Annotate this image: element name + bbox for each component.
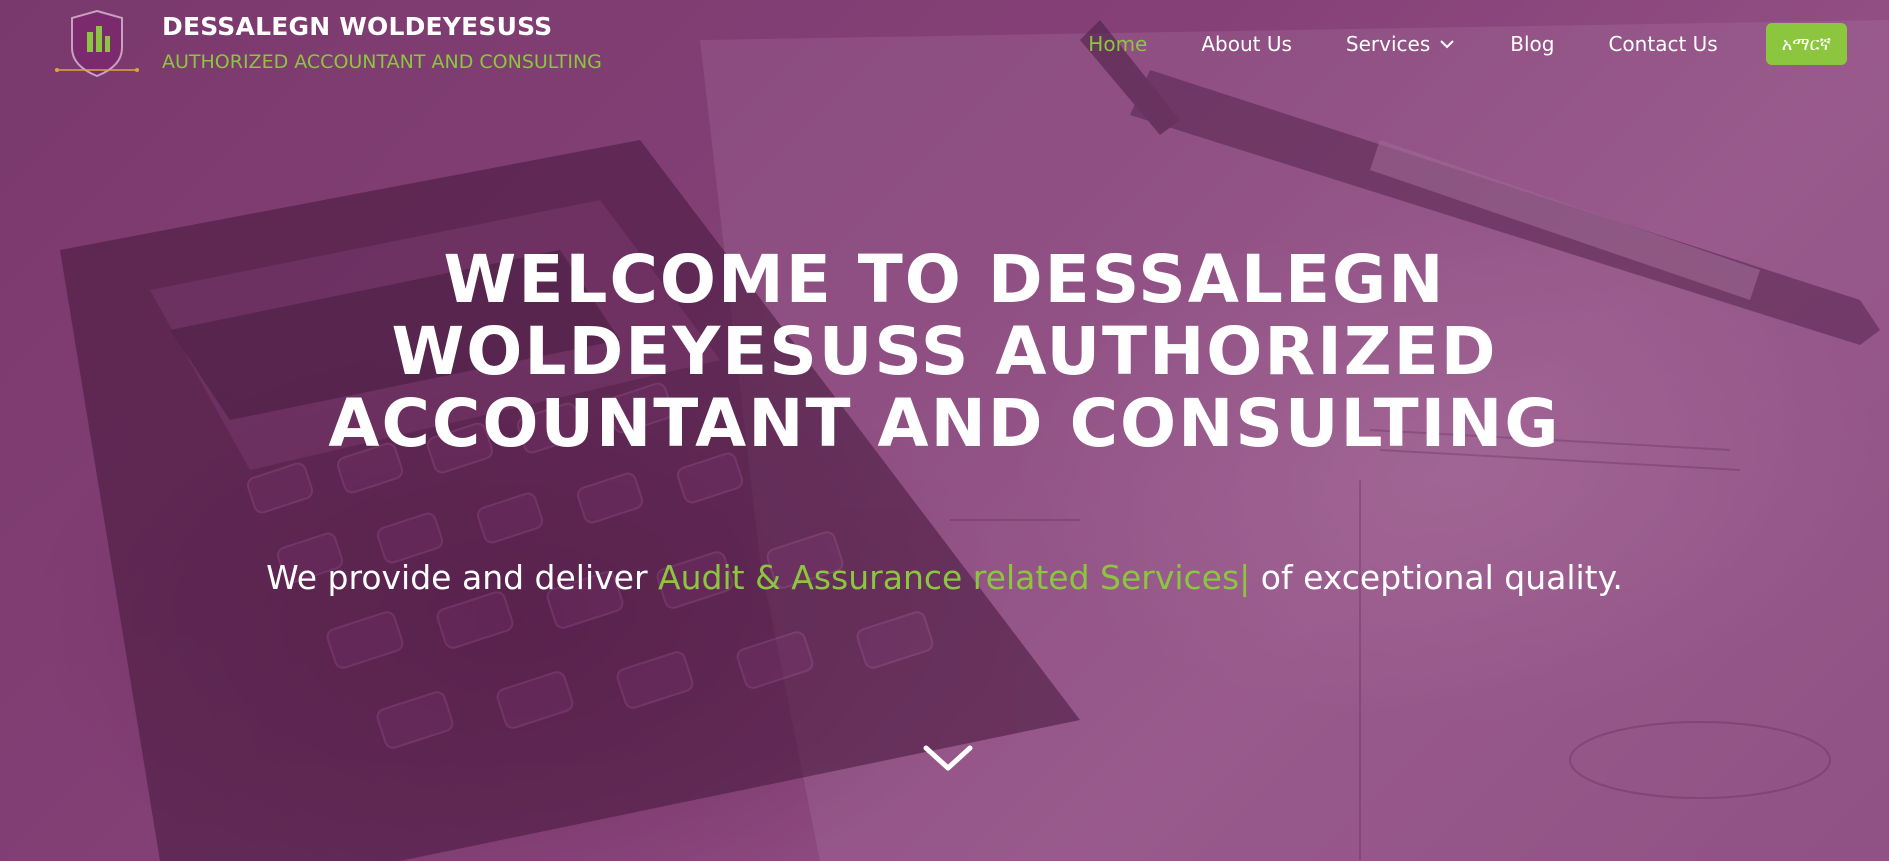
brand-tagline: AUTHORIZED ACCOUNTANT AND CONSULTING [162,51,602,73]
nav-services-label: Services [1345,32,1431,56]
nav-about-link[interactable]: About Us [1201,22,1292,66]
brand[interactable]: DESSALEGN WOLDEYESUSS AUTHORIZED ACCOUNT… [52,8,602,80]
language-toggle-button[interactable]: አማርኛ [1765,23,1847,65]
scroll-down-chevron-icon[interactable] [920,740,976,776]
brand-text: DESSALEGN WOLDEYESUSS AUTHORIZED ACCOUNT… [162,8,602,74]
company-logo-icon[interactable] [52,8,142,80]
hero-section: DESSALEGN WOLDEYESUSS AUTHORIZED ACCOUNT… [0,0,1889,861]
hero-subtitle-prefix: We provide and deliver [266,558,659,597]
nav-services-dropdown[interactable]: Services [1346,22,1456,66]
hero-subtitle: We provide and deliver Audit & Assurance… [0,558,1889,597]
nav-contact-link[interactable]: Contact Us [1608,22,1717,66]
typed-service-text: Audit & Assurance related Services| [658,558,1251,597]
nav-home-link[interactable]: Home [1088,22,1147,66]
hero-title: WELCOME TO DESSALEGN WOLDEYESUSS AUTHORI… [328,241,1561,462]
main-navigation: Home About Us Services Blog Contact Us አ… [1088,22,1847,66]
hero-subtitle-suffix: of exceptional quality. [1250,558,1623,597]
nav-blog-link[interactable]: Blog [1510,22,1554,66]
chevron-down-icon [1440,40,1454,49]
brand-name: DESSALEGN WOLDEYESUSS [162,12,553,41]
